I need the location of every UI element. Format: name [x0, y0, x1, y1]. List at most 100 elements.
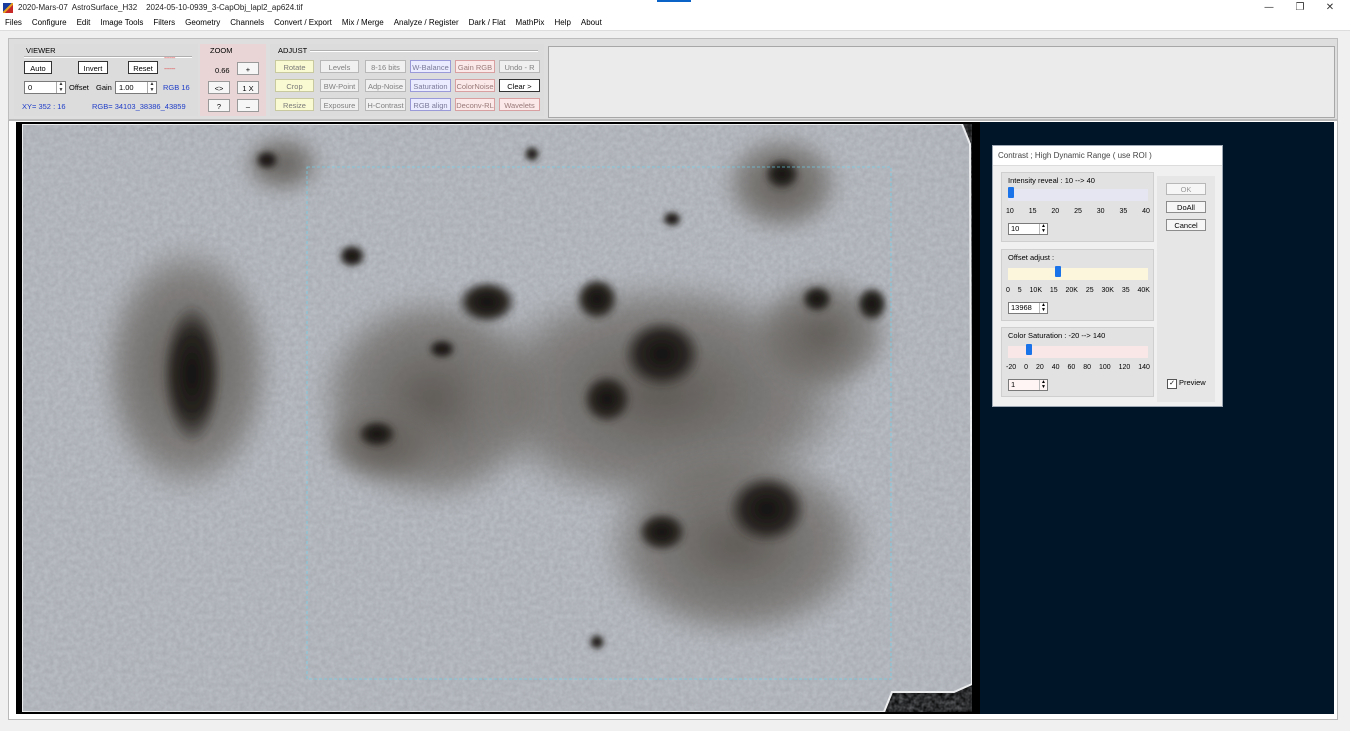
title-accent [657, 0, 691, 2]
saturation-tick: 100 [1098, 364, 1111, 371]
crop-button[interactable]: Crop [275, 79, 314, 92]
levels-button[interactable]: Levels [320, 60, 359, 73]
bits-8-16-button[interactable]: 8-16 bits [365, 60, 406, 73]
saturation-stepper-icon[interactable]: ▲ ▼ [1039, 380, 1047, 390]
intensity-panel: Intensity reveal : 10 --> 40 10 15 20 25… [1001, 172, 1154, 242]
minimize-button[interactable]: — [1254, 1, 1284, 15]
adjust-divider [310, 50, 538, 52]
menu-geometry[interactable]: Geometry [180, 16, 225, 30]
clear-button[interactable]: Clear > [499, 79, 540, 92]
saturation-button[interactable]: Saturation [410, 79, 451, 92]
saturation-slider[interactable] [1008, 344, 1148, 358]
offset-tick: 20K [1065, 287, 1078, 294]
intensity-slider[interactable] [1008, 187, 1148, 201]
close-button[interactable]: ✕ [1315, 1, 1345, 15]
intensity-tick: 35 [1119, 208, 1128, 215]
offset-adjust-label: Offset adjust : [1008, 253, 1055, 262]
zoom-help-button[interactable]: ? [208, 99, 230, 112]
viewer-title: VIEWER [26, 46, 56, 55]
preview-label: Preview [1179, 378, 1206, 387]
hdr-contrast-dialog: Contrast ; High Dynamic Range ( use ROI … [992, 145, 1223, 407]
offset-tick: 5 [1017, 287, 1022, 294]
solar-image[interactable] [22, 124, 972, 712]
zoom-1x-button[interactable]: 1 X [237, 81, 259, 94]
menu-dark-flat[interactable]: Dark / Flat [464, 16, 511, 30]
saturation-input[interactable]: 1 ▲ ▼ [1008, 379, 1048, 391]
deconv-rl-button[interactable]: Deconv-RL [455, 98, 495, 111]
zoom-out-button[interactable]: – [237, 99, 259, 112]
menu-convert-export[interactable]: Convert / Export [269, 16, 337, 30]
image-viewport[interactable] [16, 122, 980, 714]
exposure-button[interactable]: Exposure [320, 98, 359, 111]
color-noise-button[interactable]: ColorNoise [455, 79, 495, 92]
rgb-align-button[interactable]: RGB align [410, 98, 451, 111]
invert-button[interactable]: Invert [78, 61, 108, 74]
menu-filters[interactable]: Filters [148, 16, 180, 30]
info-panel [548, 46, 1335, 118]
offset-tick: 40K [1137, 287, 1150, 294]
offset-adjust-stepper-icon[interactable]: ▲ ▼ [1039, 303, 1047, 313]
offset-input[interactable]: 0 ▲ ▼ [24, 81, 66, 94]
rotate-button[interactable]: Rotate [275, 60, 314, 73]
dialog-title: Contrast ; High Dynamic Range ( use ROI … [993, 146, 1222, 166]
cancel-button[interactable]: Cancel [1166, 219, 1206, 231]
intensity-tick: 10 [1006, 208, 1014, 215]
h-contrast-button[interactable]: H-Contrast [365, 98, 406, 111]
bw-point-button[interactable]: BW-Point [320, 79, 359, 92]
menu-analyze-register[interactable]: Analyze / Register [389, 16, 464, 30]
adp-noise-button[interactable]: Adp-Noise [365, 79, 406, 92]
offset-slider-thumb[interactable] [1054, 266, 1061, 277]
offset-label: Offset [69, 83, 89, 92]
saturation-panel: Color Saturation : -20 --> 140 -20 0 20 … [1001, 327, 1154, 397]
menu-mix-merge[interactable]: Mix / Merge [337, 16, 389, 30]
doall-button[interactable]: DoAll [1166, 201, 1206, 213]
app-logo-icon [3, 3, 13, 13]
auto-button[interactable]: Auto [24, 61, 52, 74]
offset-adjust-input[interactable]: 13968 ▲ ▼ [1008, 302, 1048, 314]
reset-button[interactable]: Reset [128, 61, 158, 74]
ok-button[interactable]: OK [1166, 183, 1206, 195]
menu-files[interactable]: Files [0, 16, 27, 30]
saturation-slider-thumb[interactable] [1025, 344, 1032, 355]
menu-bar: Files Configure Edit Image Tools Filters… [0, 16, 1350, 30]
gain-value: 1.00 [119, 83, 134, 92]
zoom-group: ZOOM 0.66 + <> 1 X ? – [200, 44, 266, 116]
gain-rgb-button[interactable]: Gain RGB [455, 60, 495, 73]
restore-button[interactable]: ❐ [1285, 1, 1315, 15]
zoom-in-button[interactable]: + [237, 62, 259, 75]
menu-channels[interactable]: Channels [225, 16, 269, 30]
preview-checkbox[interactable]: ✓ [1167, 379, 1177, 389]
saturation-tick: 140 [1138, 364, 1150, 371]
zoom-fit-button[interactable]: <> [208, 81, 230, 94]
intensity-label: Intensity reveal : 10 --> 40 [1008, 176, 1095, 185]
saturation-ticks: -20 0 20 40 60 80 100 120 140 [1006, 364, 1150, 371]
offset-tick: 30K [1101, 287, 1114, 294]
intensity-stepper-icon[interactable]: ▲ ▼ [1039, 224, 1047, 234]
offset-slider[interactable] [1008, 266, 1148, 280]
resize-button[interactable]: Resize [275, 98, 314, 111]
menu-about[interactable]: About [576, 16, 607, 30]
window-title: 2020-Mars-07 AstroSurface_H32 2024-05-10… [18, 3, 303, 12]
menu-edit[interactable]: Edit [72, 16, 96, 30]
adjust-group: ADJUST Rotate Levels 8-16 bits W-Balance… [270, 44, 544, 116]
gain-label: Gain [96, 83, 112, 92]
offset-stepper-icon[interactable]: ▲ ▼ [56, 81, 65, 93]
offset-ticks: 0 5 10K 15 20K 25 30K 35 40K [1006, 287, 1150, 294]
menu-mathpix[interactable]: MathPix [511, 16, 550, 30]
saturation-tick: 0 [1024, 364, 1028, 371]
saturation-tick: 80 [1083, 364, 1091, 371]
offset-tick: 25 [1085, 287, 1094, 294]
menu-help[interactable]: Help [549, 16, 575, 30]
undo-button[interactable]: Undo - R [499, 60, 540, 73]
zoom-level: 0.66 [215, 66, 230, 75]
gain-stepper-icon[interactable]: ▲ ▼ [147, 81, 156, 93]
intensity-tick: 40 [1142, 208, 1150, 215]
intensity-slider-thumb[interactable] [1008, 187, 1014, 198]
menu-image-tools[interactable]: Image Tools [95, 16, 148, 30]
intensity-input[interactable]: 10 ▲ ▼ [1008, 223, 1048, 235]
gain-input[interactable]: 1.00 ▲ ▼ [115, 81, 157, 94]
offset-tick: 10K [1029, 287, 1042, 294]
white-balance-button[interactable]: W-Balance [410, 60, 451, 73]
menu-configure[interactable]: Configure [27, 16, 72, 30]
wavelets-button[interactable]: Wavelets [499, 98, 540, 111]
